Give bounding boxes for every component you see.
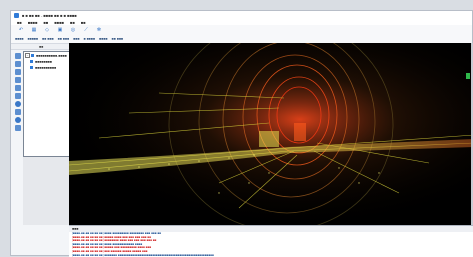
app-window: ■ ■ ■■ ■■ - ■■■■ ■■ ■ ■ ■■■■ ■■ ■■■■ ■■ … xyxy=(10,10,473,257)
layers-icon[interactable]: ◇ xyxy=(44,27,50,33)
menu-item-6[interactable]: ■■ xyxy=(81,20,86,25)
title-bar: ■ ■ ■■ ■■ - ■■■■ ■■ ■ ■ ■■■■ xyxy=(11,11,472,19)
globe-icon[interactable] xyxy=(15,101,21,107)
cube-icon[interactable] xyxy=(15,53,21,59)
target-icon[interactable]: ◎ xyxy=(70,27,76,33)
left-panel-header: ■■ xyxy=(39,45,44,49)
measure-icon[interactable]: ⟋ xyxy=(83,27,89,33)
menu-item-3[interactable]: ■■ xyxy=(44,20,49,25)
subtool-3[interactable]: ■■ ■■■ xyxy=(42,37,54,41)
grid-icon[interactable]: ▦ xyxy=(31,27,37,33)
menu-item-1[interactable]: ■■ xyxy=(17,20,22,25)
point-cloud-render xyxy=(69,43,473,225)
undo-icon[interactable]: ↶ xyxy=(18,27,24,33)
subtool-5[interactable]: ■■■ xyxy=(73,37,79,41)
filter-icon[interactable] xyxy=(15,93,21,99)
side-toolbar xyxy=(14,51,22,157)
tree-item-label: ■■■■■■■■■■ xyxy=(35,65,57,70)
menu-item-5[interactable]: ■■ xyxy=(70,20,75,25)
subtool-4[interactable]: ■■ ■■■ xyxy=(58,37,70,41)
menu-item-2[interactable]: ■■■■ xyxy=(28,20,38,25)
window-title: ■ ■ ■■ ■■ - ■■■■ ■■ ■ ■ ■■■■ xyxy=(22,12,77,18)
subtool-2[interactable]: ■■■■■ xyxy=(27,37,38,41)
tree-item-label: ■■■■■■■■ xyxy=(35,59,52,64)
axis-indicator-icon xyxy=(466,73,470,79)
output-log: ■■■ [■■■■-■■-■■ ■■:■■:■■] ■■■■ ■■■■■■■■■… xyxy=(69,225,473,257)
checkbox-icon[interactable] xyxy=(30,60,33,63)
expand-icon[interactable]: − xyxy=(25,53,30,58)
main-toolbar: ↶ ▦ ◇ ▣ ◎ ⟋ ✻ xyxy=(11,25,472,35)
settings-icon[interactable]: ✻ xyxy=(96,27,102,33)
secondary-toolbar: ■■■■ ■■■■■ ■■ ■■■ ■■ ■■■ ■■■ ■ ■■■■ ■■■■… xyxy=(11,35,472,43)
log-line: [■■■■-■■-■■ ■■:■■:■■] ■■■■■■■ ■■■■■■■■■■… xyxy=(72,253,214,257)
subtool-6[interactable]: ■ ■■■■ xyxy=(83,37,95,41)
measure-icon[interactable] xyxy=(15,77,21,83)
camera-icon[interactable] xyxy=(15,109,21,115)
layers-icon[interactable] xyxy=(15,61,21,67)
subtool-8[interactable]: ■■ ■■■ xyxy=(112,37,124,41)
app-icon xyxy=(14,12,19,18)
subtool-1[interactable]: ■■■■ xyxy=(15,37,23,41)
menu-item-4[interactable]: ■■■■ xyxy=(54,20,64,25)
export-icon[interactable] xyxy=(15,125,21,131)
point-cloud-viewport[interactable] xyxy=(69,43,473,225)
checkbox-icon[interactable] xyxy=(31,54,34,57)
tree-item-label: ■■■■■■■■■■-■■■■ xyxy=(36,53,67,58)
checkbox-icon[interactable] xyxy=(30,66,33,69)
crop-icon[interactable] xyxy=(15,85,21,91)
subtool-7[interactable]: ■■■■ xyxy=(99,37,107,41)
select-icon[interactable] xyxy=(15,69,21,75)
info-icon[interactable] xyxy=(15,117,21,123)
save-icon[interactable]: ▣ xyxy=(57,27,63,33)
